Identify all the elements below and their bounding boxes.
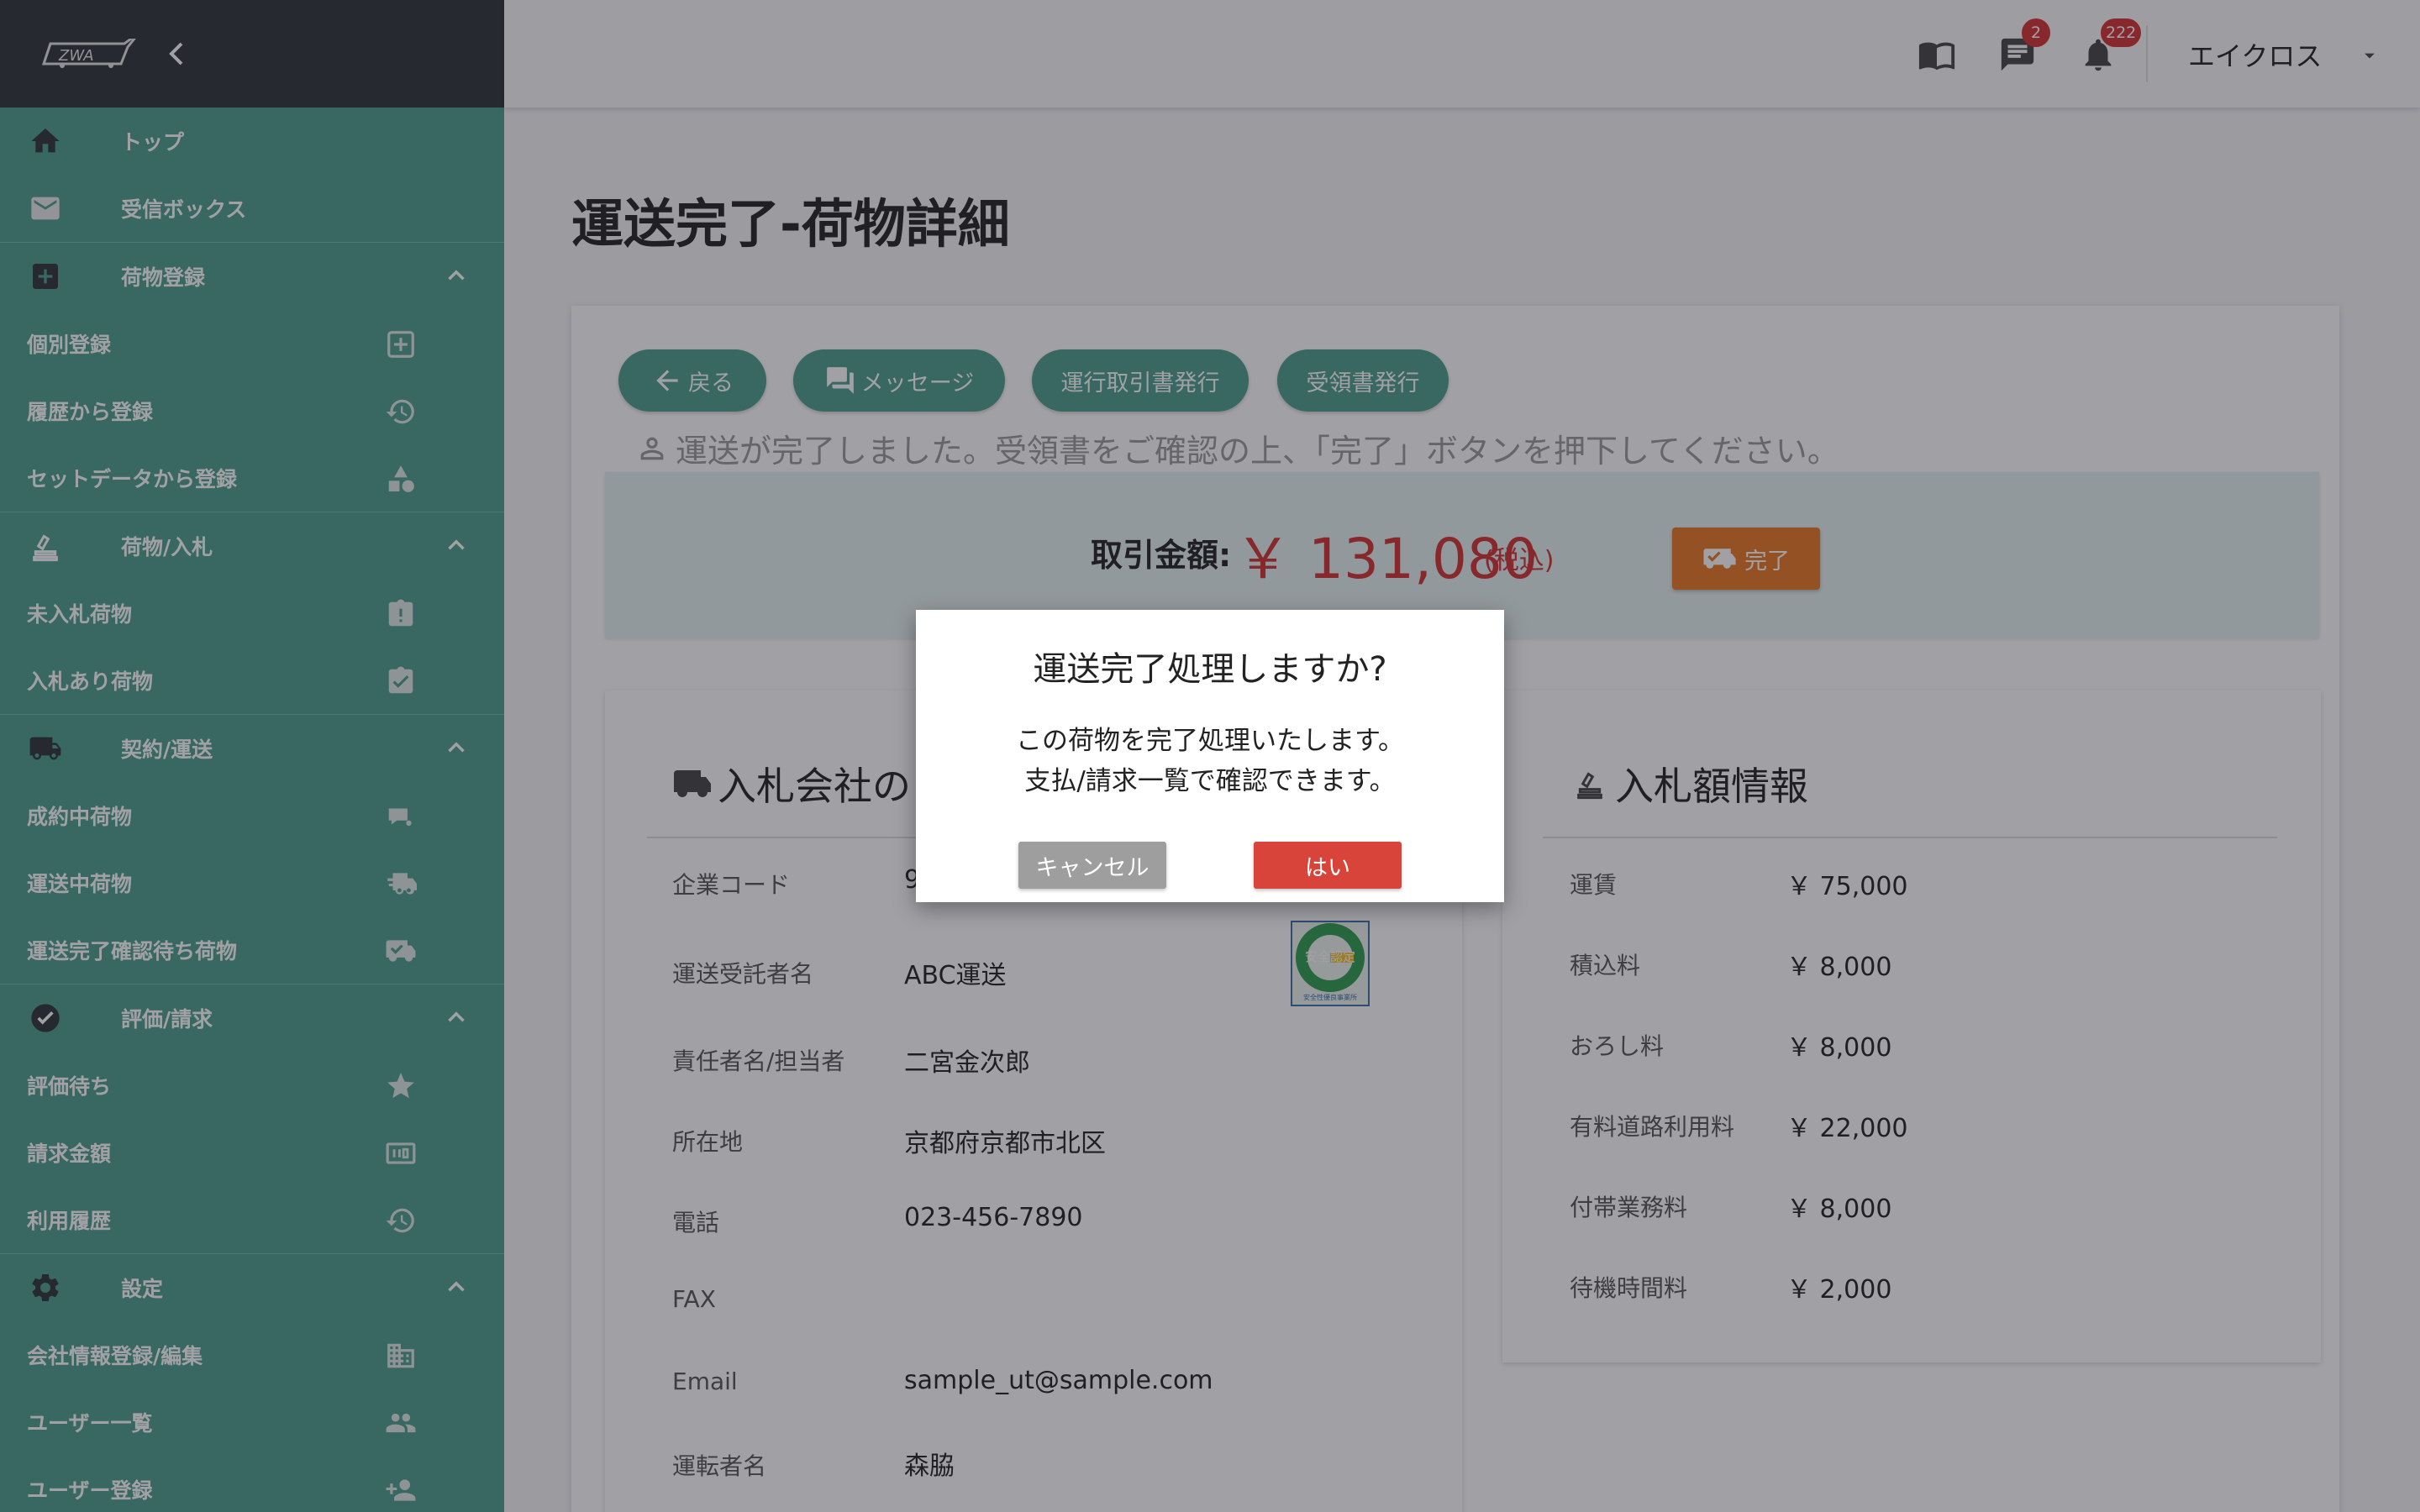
dialog-title: 運送完了処理しますか? — [1033, 650, 1387, 689]
confirm-dialog: 運送完了処理しますか? この荷物を完了処理いたします。 支払/請求一覧で確認でき… — [916, 610, 1504, 902]
dialog-line-1: この荷物を完了処理いたします。 — [1016, 726, 1404, 756]
confirm-yes-button[interactable]: はい — [1254, 842, 1402, 889]
cancel-button[interactable]: キャンセル — [1018, 842, 1166, 889]
dialog-line-2: 支払/請求一覧で確認できます。 — [1024, 766, 1396, 796]
dialog-body: この荷物を完了処理いたします。 支払/請求一覧で確認できます。 — [916, 721, 1504, 801]
